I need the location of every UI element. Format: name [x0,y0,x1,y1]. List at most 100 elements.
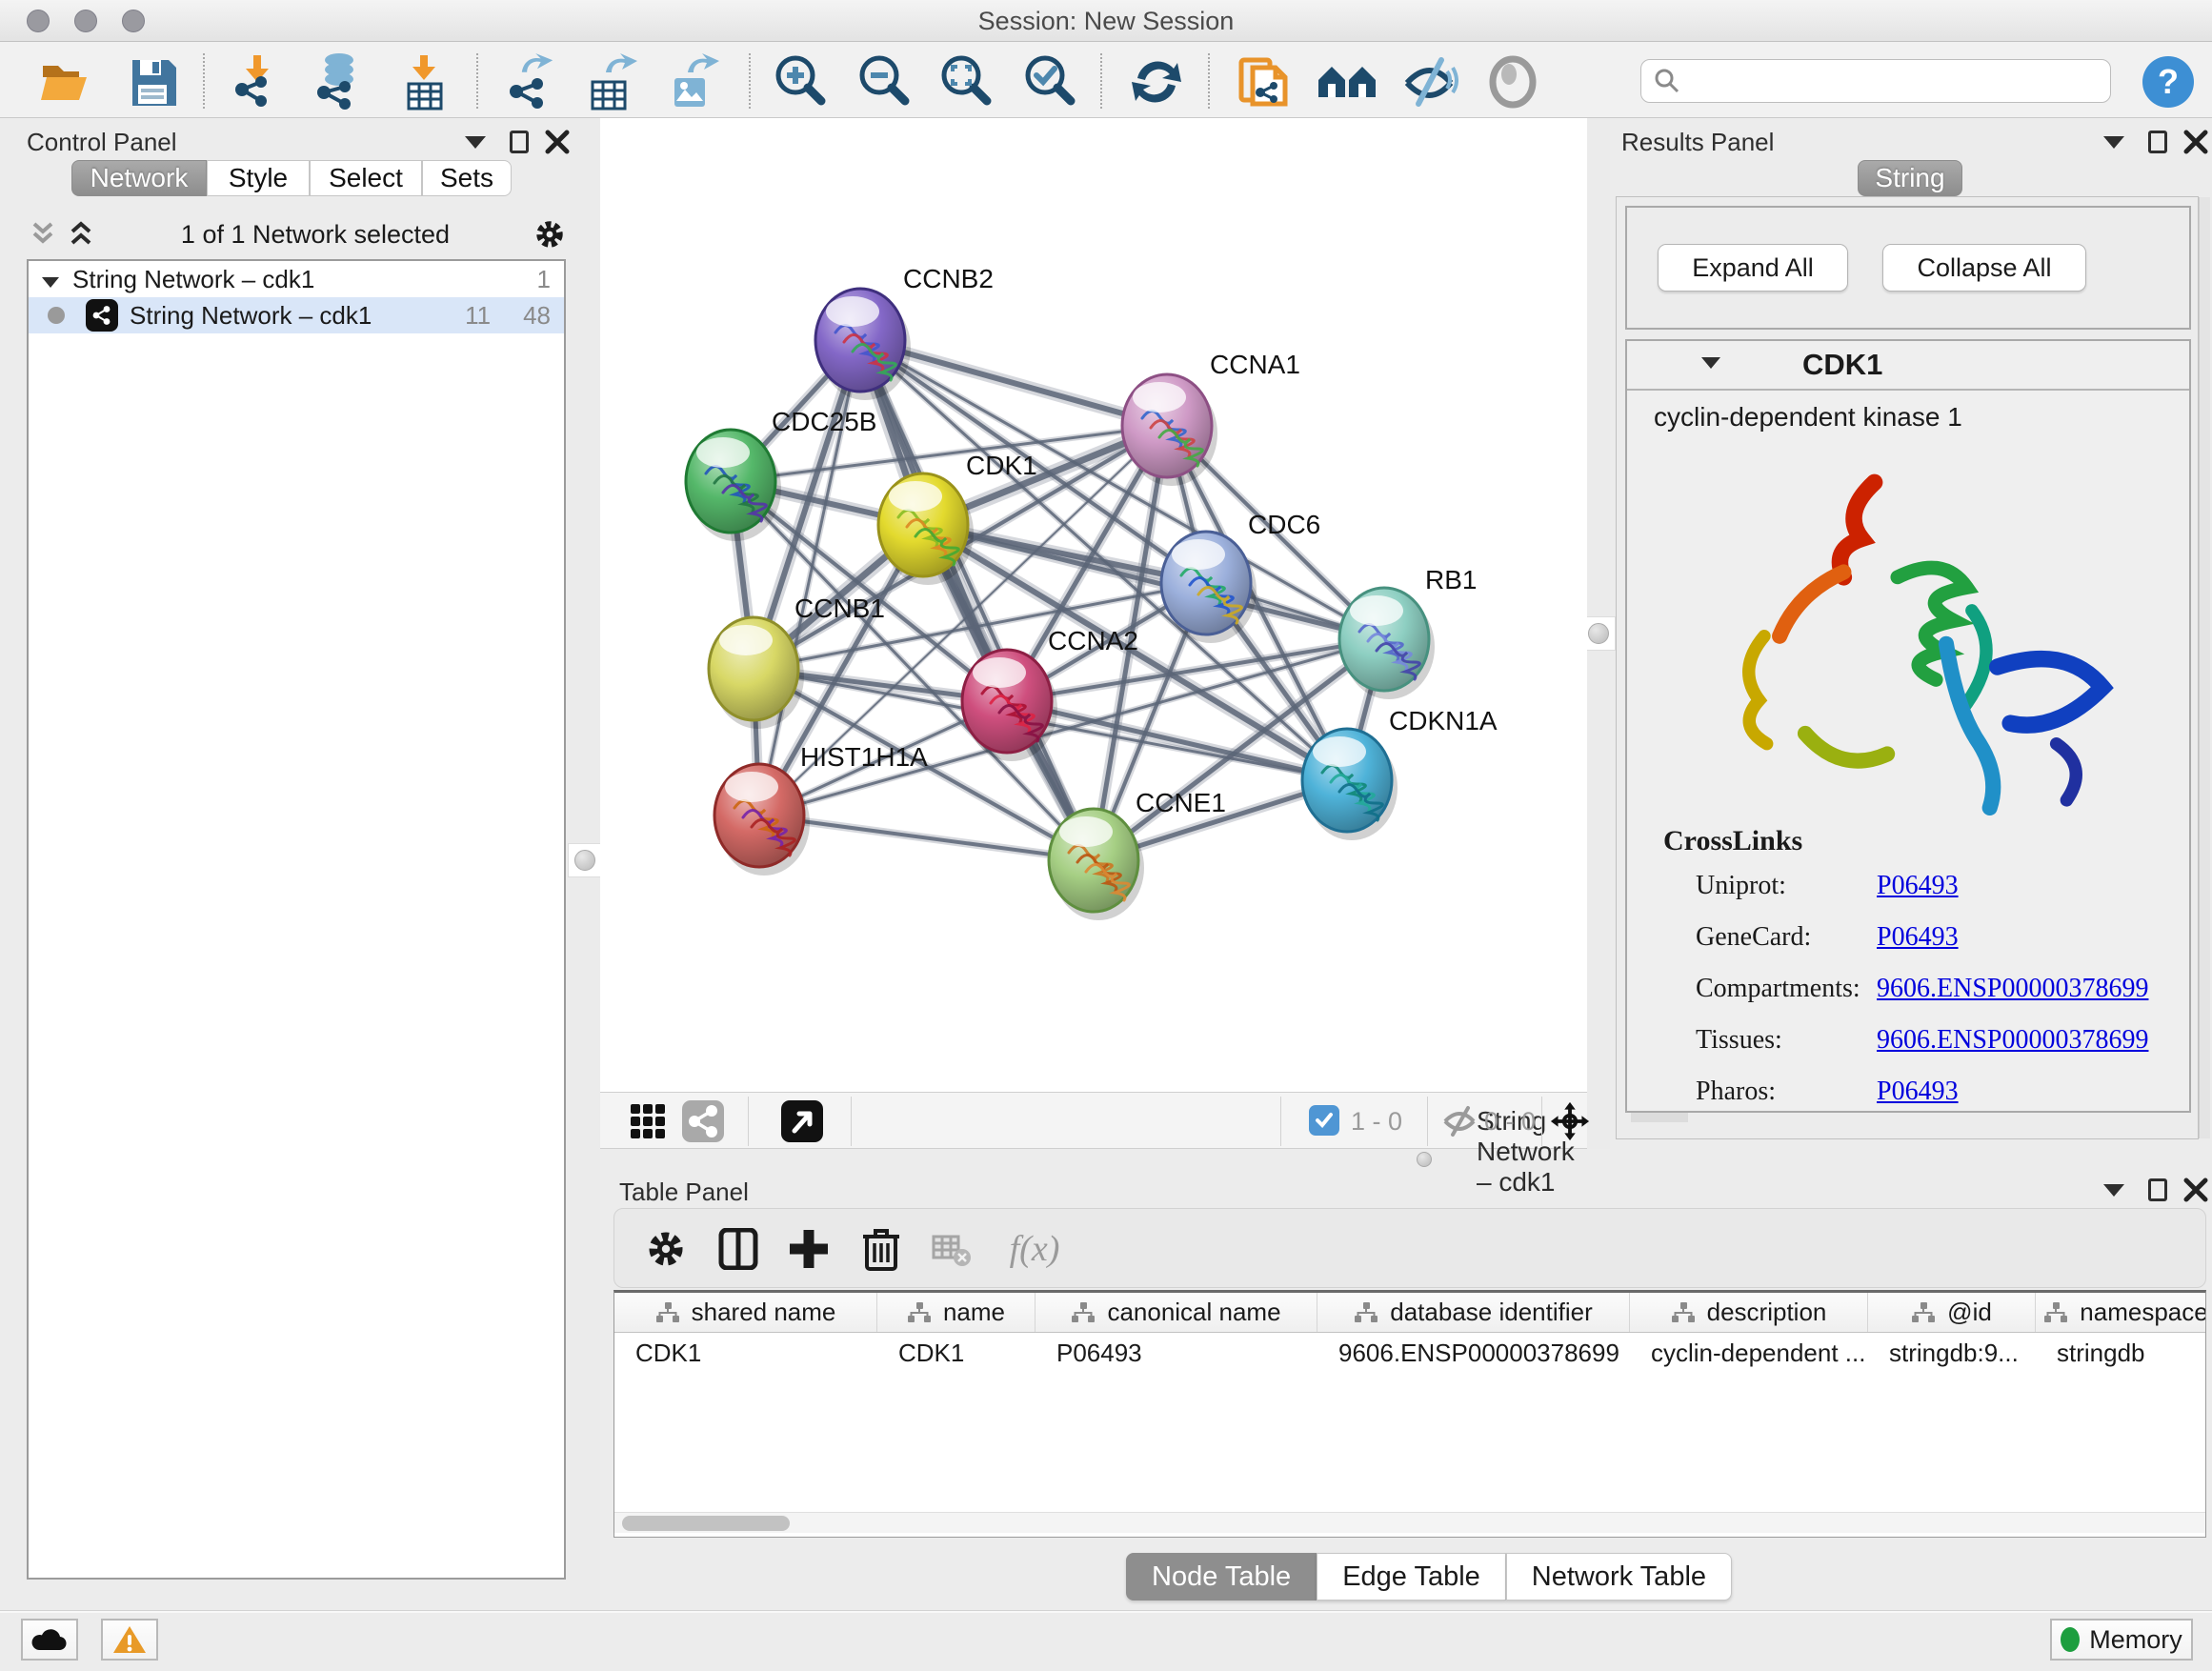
open-session-icon[interactable] [34,51,95,112]
export-image-icon[interactable] [661,51,722,112]
table-panel-close-icon[interactable] [2180,1174,2212,1206]
table-cell[interactable]: CDK1 [877,1333,1036,1373]
results-panel-menu-icon[interactable] [2098,126,2130,158]
column-header-shared-name[interactable]: shared name [614,1293,877,1332]
column-header--id[interactable]: @id [1868,1293,2036,1332]
show-glass-eye-icon[interactable] [1482,51,1543,112]
clear-table-icon[interactable] [925,1222,978,1276]
network-row[interactable]: String Network – cdk1 11 48 [29,297,564,333]
help-icon[interactable]: ? [2138,51,2199,112]
selected-nodes-checkbox[interactable] [1309,1105,1339,1136]
crosslink-link[interactable]: P06493 [1877,1077,1959,1106]
network-node-hist1h1a[interactable]: HIST1H1A [714,742,928,876]
network-options-gear-icon[interactable] [533,218,566,251]
crosslink-label: Pharos: [1696,1077,1776,1107]
tab-network[interactable]: Network [71,160,207,196]
table-cell[interactable]: cyclin-dependent ... [1630,1333,1868,1373]
zoom-out-icon[interactable] [854,51,915,112]
table-cell[interactable]: 9606.ENSP00000378699 [1317,1333,1630,1373]
collection-expander-icon[interactable] [42,265,59,294]
zoom-in-icon[interactable] [770,51,831,112]
hide-glass-eye-icon[interactable] [1398,51,1459,112]
results-scrollbar[interactable] [2199,197,2210,1138]
zoom-selected-icon[interactable] [1019,51,1080,112]
grid-mode-icon[interactable] [627,1100,669,1142]
bottom-splitter-handle[interactable] [1409,1151,1439,1168]
crosslink-value: 9606.ENSP00000378699 [1877,974,2148,1004]
crosslink-link[interactable]: P06493 [1877,871,1959,900]
clone-network-icon[interactable] [1233,51,1294,112]
import-network-database-icon[interactable] [310,51,371,112]
network-collection-row[interactable]: String Network – cdk1 1 [29,261,564,297]
column-header-canonical-name[interactable]: canonical name [1036,1293,1317,1332]
crosslink-value: P06493 [1877,871,1959,901]
control-panel-menu-icon[interactable] [459,126,492,158]
network-canvas[interactable]: CCNB2CCNA1CDC25BCDK1CDC6RB1CCNB1CCNA2CDK… [600,118,1587,1092]
tab-style[interactable]: Style [207,160,310,196]
function-builder-button[interactable]: f(x) [992,1222,1077,1276]
export-table-icon[interactable] [579,51,640,112]
share-view-icon[interactable] [682,1100,724,1142]
column-header-name[interactable]: name [877,1293,1036,1332]
table-row[interactable]: CDK1CDK1P064939606.ENSP00000378699cyclin… [614,1333,2205,1373]
cloud-button[interactable] [21,1619,78,1661]
expand-all-button[interactable]: Expand All [1658,244,1848,292]
tab-edge-table[interactable]: Edge Table [1317,1553,1506,1601]
export-network-icon[interactable] [501,51,562,112]
results-panel-float-icon[interactable] [2142,126,2174,158]
add-column-icon[interactable] [782,1222,835,1276]
protein-expander-icon[interactable] [1701,356,1720,373]
pan-crosshair-icon[interactable] [1549,1100,1591,1142]
collapse-all-button[interactable]: Collapse All [1882,244,2086,292]
crosslink-link[interactable]: 9606.ENSP00000378699 [1877,1025,2148,1055]
save-session-icon[interactable] [122,51,183,112]
expand-all-networks-icon[interactable] [65,218,97,251]
show-columns-icon[interactable] [712,1222,765,1276]
search-icon [1653,67,1681,95]
column-header-namespace[interactable]: namespace [2036,1293,2206,1332]
table-panel-menu-icon[interactable] [2098,1174,2130,1206]
table-cell[interactable]: stringdb [2036,1333,2206,1373]
table-cell[interactable]: CDK1 [614,1333,877,1373]
collapse-all-networks-icon[interactable] [27,218,59,251]
warnings-button[interactable] [101,1619,158,1661]
tab-network-table[interactable]: Network Table [1506,1553,1732,1601]
scrollbar-thumb[interactable] [622,1516,790,1531]
table-panel-float-icon[interactable] [2142,1174,2174,1206]
apply-layout-icon[interactable] [1126,51,1187,112]
column-header-database-identifier[interactable]: database identifier [1317,1293,1630,1332]
network-node-rb1[interactable]: RB1 [1339,565,1477,699]
window-title: Session: New Session [0,7,2212,36]
crosslink-link[interactable]: 9606.ENSP00000378699 [1877,974,2148,1003]
memory-button[interactable]: Memory [2050,1619,2193,1661]
network-node-cdc6[interactable]: CDC6 [1161,510,1320,643]
selected-count: 1 - 0 [1351,1107,1402,1137]
network-node-ccne1[interactable]: CCNE1 [1049,788,1226,920]
network-node-cdkn1a[interactable]: CDKN1A [1302,706,1498,840]
search-input[interactable] [1681,67,2110,95]
birds-eye-view-icon[interactable] [781,1100,823,1142]
control-panel-float-icon[interactable] [503,126,535,158]
zoom-fit-icon[interactable] [935,51,996,112]
control-panel-close-icon[interactable] [541,126,573,158]
table-settings-gear-icon[interactable] [639,1222,693,1276]
table-cell[interactable]: stringdb:9... [1868,1333,2036,1373]
column-header-description[interactable]: description [1630,1293,1868,1332]
import-table-icon[interactable] [395,51,456,112]
tab-select[interactable]: Select [310,160,422,196]
table-horizontal-scrollbar[interactable] [614,1512,2205,1533]
string-home-icon[interactable] [1317,51,1377,112]
import-network-file-icon[interactable] [227,51,288,112]
crosslink-link[interactable]: P06493 [1877,922,1959,952]
tab-string[interactable]: String [1858,160,1962,196]
results-panel-close-icon[interactable] [2180,126,2212,158]
tab-sets[interactable]: Sets [422,160,512,196]
tab-node-table[interactable]: Node Table [1126,1553,1317,1601]
protein-card-header[interactable]: CDK1 [1627,341,2189,391]
network-graph[interactable]: CCNB2CCNA1CDC25BCDK1CDC6RB1CCNB1CCNA2CDK… [600,118,1587,1092]
table-cell[interactable]: P06493 [1036,1333,1317,1373]
network-node-ccnb1[interactable]: CCNB1 [709,594,885,729]
delete-column-trash-icon[interactable] [855,1222,908,1276]
card-scrollbar[interactable] [1631,1113,1688,1122]
left-splitter-handle[interactable] [568,843,602,877]
